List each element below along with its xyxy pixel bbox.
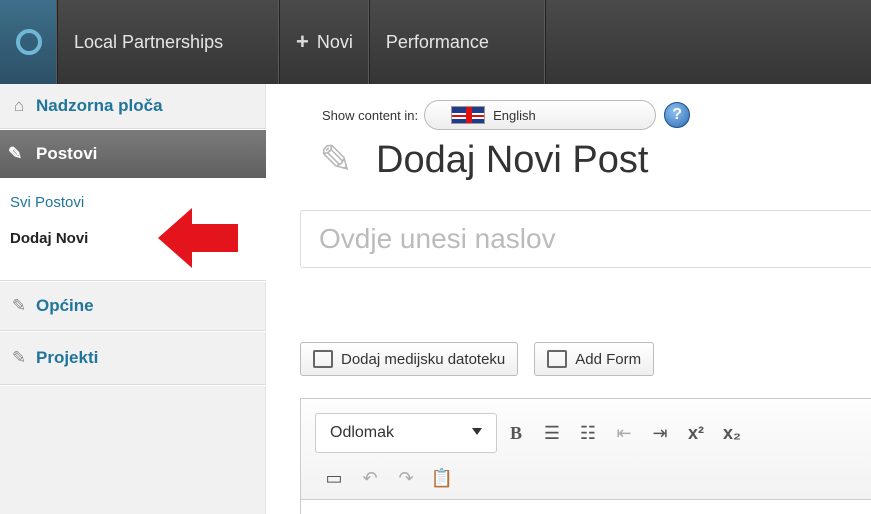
pin-icon: ✎ (11, 348, 27, 367)
editor-toolbar-row-1: Odlomak B ☰ ☷ ⇤ ⇥ x² x₂ (315, 413, 749, 453)
divider (0, 280, 266, 281)
outdent-icon[interactable]: ⇤ (607, 416, 641, 450)
red-arrow-icon (158, 208, 238, 268)
pin-icon: ✎ (8, 144, 23, 163)
bullet-list-icon[interactable]: ☰ (535, 416, 569, 450)
performance-label: Performance (385, 31, 489, 52)
dropdown-caret-icon (472, 428, 482, 435)
language-label: English (493, 107, 536, 123)
sidebar-item-posts[interactable]: ✎ Postovi (0, 130, 278, 178)
editor-toolbar-row-2: ▭ ↶ ↷ 📋 (315, 461, 459, 495)
media-buttons: Dodaj medijsku datoteku Add Form (300, 342, 670, 376)
add-form-label: Add Form (575, 350, 642, 368)
site-logo-icon[interactable] (0, 0, 58, 84)
admin-bar: Local Partnerships + Novi Performance (0, 0, 871, 84)
subscript-icon[interactable]: x₂ (715, 416, 749, 450)
pin-icon: ✎ (11, 296, 27, 315)
add-media-label: Dodaj medijsku datoteku (341, 350, 506, 368)
title-placeholder: Ovdje unesi naslov (319, 223, 556, 254)
language-select-button[interactable]: English (424, 100, 657, 130)
page-header: ✎ Dodaj Novi Post (306, 130, 648, 190)
editor-body[interactable] (301, 499, 871, 514)
form-icon (547, 350, 568, 368)
home-icon: ⌂ (13, 96, 25, 115)
plus-icon: + (296, 29, 309, 54)
sidebar-item-label: Općine (36, 296, 94, 315)
show-content-label: Show content in: (322, 107, 419, 123)
divider (0, 384, 266, 385)
site-name-link[interactable]: Local Partnerships (58, 0, 280, 84)
submenu-all-posts[interactable]: Svi Postovi (10, 194, 84, 211)
site-name-label: Local Partnerships (74, 31, 224, 52)
submenu-add-new[interactable]: Dodaj Novi (10, 230, 88, 247)
superscript-icon[interactable]: x² (679, 416, 713, 450)
divider (0, 330, 266, 331)
insert-more-icon[interactable]: ▭ (317, 461, 351, 495)
sidebar-item-dashboard[interactable]: ⌂ Nadzorna ploča (0, 84, 266, 128)
add-media-button[interactable]: Dodaj medijsku datoteku (300, 342, 519, 376)
add-form-button[interactable]: Add Form (534, 342, 655, 376)
divider (0, 128, 266, 129)
sidebar-item-municipalities[interactable]: ✎ Općine (0, 282, 266, 330)
sidebar-item-label: Postovi (36, 144, 98, 163)
redo-icon[interactable]: ↷ (389, 461, 423, 495)
indent-icon[interactable]: ⇥ (643, 416, 677, 450)
uk-flag-icon (451, 106, 486, 124)
main-content: Show content in: English ? ✎ Dodaj Novi … (266, 84, 871, 514)
page-title: Dodaj Novi Post (376, 138, 649, 181)
pushpin-icon: ✎ (319, 138, 353, 182)
admin-bar-items: Local Partnerships + Novi Performance (0, 0, 546, 84)
numbered-list-icon[interactable]: ☷ (571, 416, 605, 450)
new-label: Novi (316, 31, 353, 52)
undo-icon[interactable]: ↶ (353, 461, 387, 495)
post-title-input[interactable]: Ovdje unesi naslov (300, 210, 871, 268)
bold-icon[interactable]: B (499, 416, 533, 450)
media-icon (313, 350, 333, 368)
new-content-menu[interactable]: + Novi (280, 0, 370, 84)
format-select-value: Odlomak (330, 424, 395, 441)
paste-text-icon[interactable]: 📋 (425, 461, 459, 495)
language-switcher: Show content in: English ? (322, 100, 691, 130)
performance-menu[interactable]: Performance (370, 0, 546, 84)
logo-swirl-icon (15, 29, 42, 55)
sidebar-item-label: Projekti (36, 348, 99, 367)
format-select[interactable]: Odlomak (315, 413, 497, 453)
sidebar-item-projects[interactable]: ✎ Projekti (0, 332, 266, 384)
admin-sidebar: ⌂ Nadzorna ploča ✎ Postovi Svi Postovi D… (0, 84, 278, 514)
sidebar-item-label: Nadzorna ploča (36, 96, 163, 115)
help-icon[interactable]: ? (664, 102, 691, 128)
post-editor: Odlomak B ☰ ☷ ⇤ ⇥ x² x₂ ▭ ↶ ↷ 📋 (300, 398, 871, 514)
